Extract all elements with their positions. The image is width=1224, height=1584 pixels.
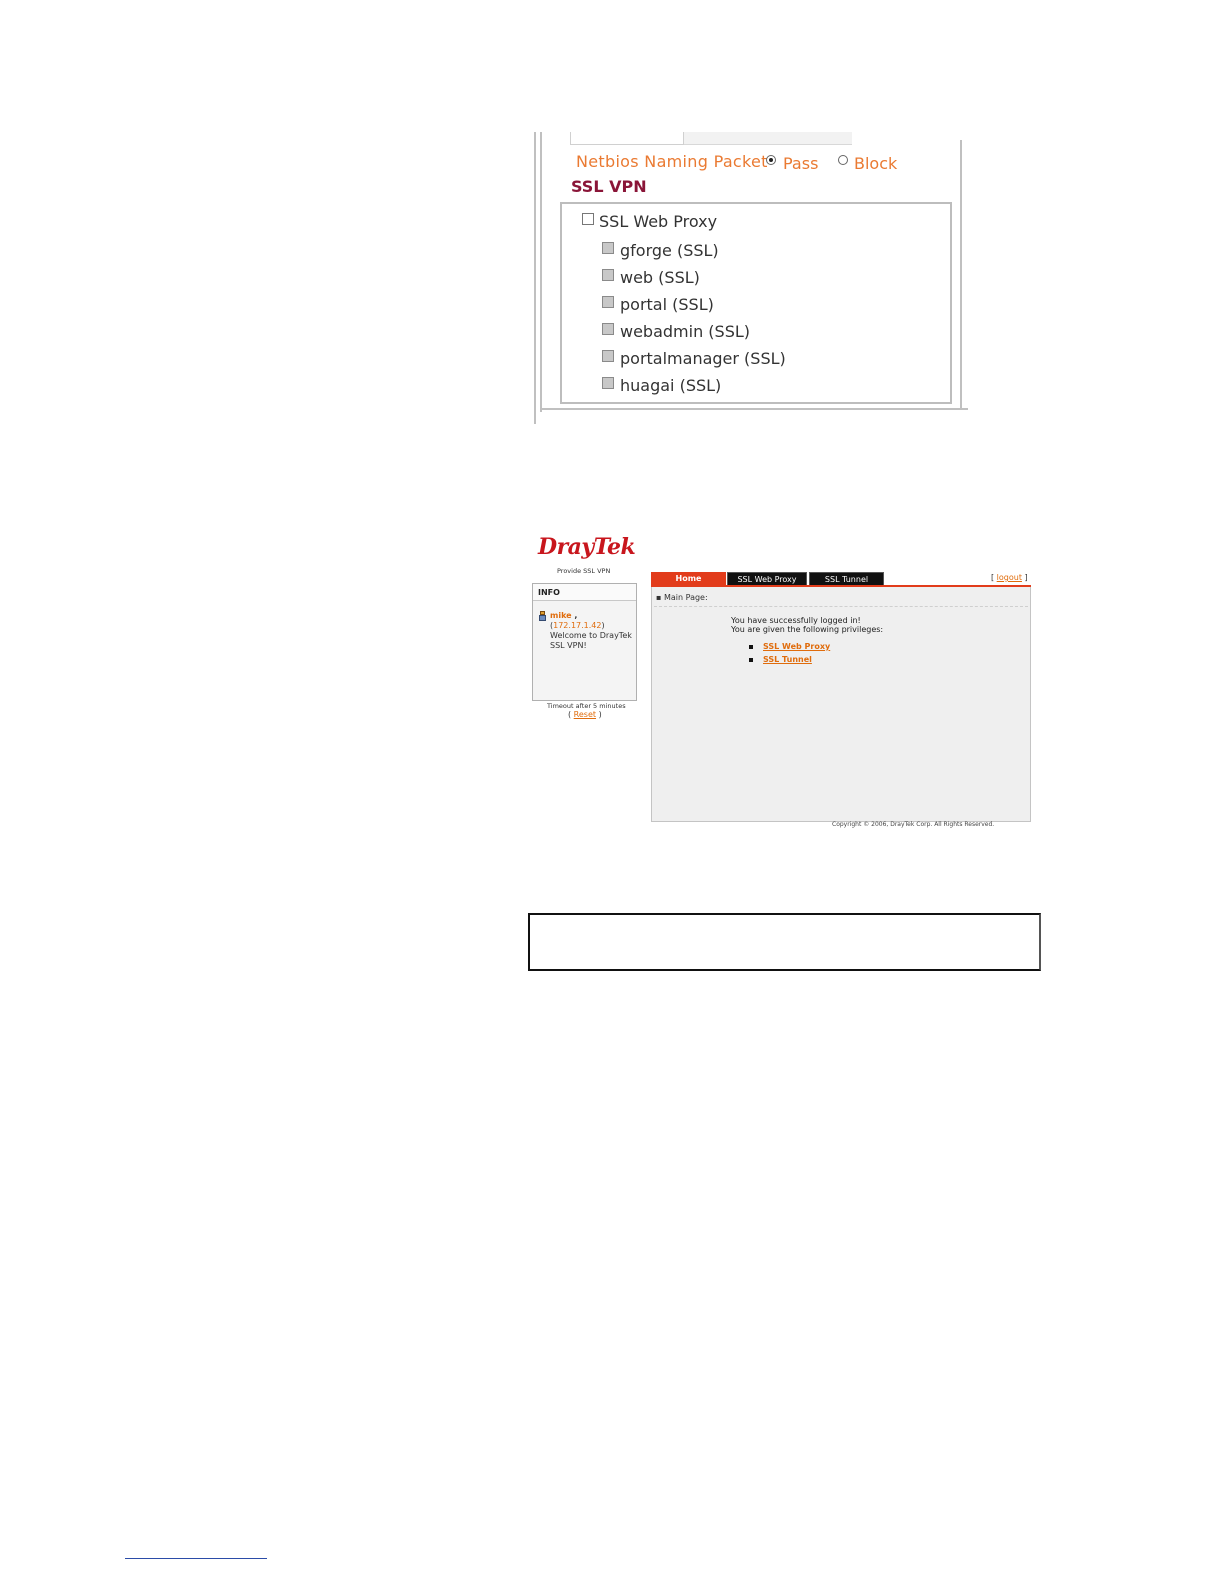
radio-block-label: Block	[854, 154, 898, 173]
draytek-ssl-vpn-screenshot: DrayTek Provide SSL VPN INFO mike , (172…	[528, 530, 1038, 835]
tab-strip-fragment	[570, 132, 852, 145]
draytek-logo: DrayTek	[538, 534, 636, 560]
footnote-rule	[125, 1558, 267, 1559]
reset-control: ( Reset )	[568, 710, 602, 719]
tab-home[interactable]: Home	[651, 572, 726, 586]
bullet-icon	[749, 644, 753, 649]
proxy-checkbox-huagai[interactable]	[602, 377, 614, 389]
ssl-vpn-settings-screenshot: Netbios Naming Packet Pass Block SSL VPN…	[530, 132, 972, 424]
ssl-vpn-title: SSL VPN	[571, 177, 647, 196]
username-text: mike	[550, 611, 572, 620]
proxy-label-web: web (SSL)	[620, 268, 700, 287]
proxy-label-portal: portal (SSL)	[620, 295, 714, 314]
netbios-label: Netbios Naming Packet	[576, 152, 768, 171]
proxy-label-webadmin: webadmin (SSL)	[620, 322, 751, 341]
proxy-label-portalmanager: portalmanager (SSL)	[620, 349, 786, 368]
ip-address: (172.17.1.42)	[550, 621, 605, 630]
timeout-text: Timeout after 5 minutes	[547, 702, 626, 710]
reset-link[interactable]: Reset	[574, 710, 596, 719]
privileges-intro: You are given the following privileges:	[731, 625, 884, 634]
info-panel: INFO mike , (172.17.1.42) Welcome to Dra…	[532, 583, 637, 701]
proxy-checkbox-web[interactable]	[602, 269, 614, 281]
tab-fragment	[570, 132, 684, 145]
panel-bottom-border	[540, 408, 968, 410]
ip-text: 172.17.1.42	[553, 621, 602, 630]
proxy-checkbox-portalmanager[interactable]	[602, 350, 614, 362]
breadcrumb-divider	[654, 606, 1028, 607]
privilege-item: SSL Tunnel	[749, 655, 812, 664]
proxy-label-huagai: huagai (SSL)	[620, 376, 722, 395]
copyright: Copyright © 2006, DrayTek Corp. All Righ…	[832, 821, 995, 828]
reset-close: )	[596, 710, 602, 719]
proxy-checkbox-gforge[interactable]	[602, 242, 614, 254]
proxy-checkbox-portal[interactable]	[602, 296, 614, 308]
proxy-checkbox-webadmin[interactable]	[602, 323, 614, 335]
panel-right-border	[960, 140, 962, 410]
ssl-web-proxy-label: SSL Web Proxy	[599, 212, 718, 231]
tab-ssl-web-proxy[interactable]: SSL Web Proxy	[727, 572, 807, 586]
radio-pass-label: Pass	[783, 154, 819, 173]
empty-bordered-box	[528, 913, 1041, 971]
info-header: INFO	[533, 584, 636, 601]
proxy-label-gforge: gforge (SSL)	[620, 241, 719, 260]
privilege-link-ssl-web-proxy[interactable]: SSL Web Proxy	[763, 642, 830, 651]
logout-link[interactable]: logout	[997, 573, 1022, 582]
tagline: Provide SSL VPN	[557, 567, 611, 575]
ssl-proxy-groupbox	[560, 202, 952, 404]
user-icon	[539, 611, 546, 621]
breadcrumb: ▪ Main Page:	[656, 593, 708, 602]
username: mike ,	[550, 611, 577, 620]
panel-left-border	[540, 132, 542, 412]
radio-block[interactable]	[838, 155, 848, 165]
breadcrumb-text: Main Page:	[663, 593, 708, 602]
login-success-message: You have successfully logged in!	[731, 616, 861, 625]
privilege-link-ssl-tunnel[interactable]: SSL Tunnel	[763, 655, 812, 664]
radio-pass[interactable]	[766, 155, 776, 165]
username-suffix: ,	[571, 611, 578, 620]
ssl-web-proxy-checkbox[interactable]	[582, 213, 594, 225]
info-title: INFO	[538, 588, 560, 597]
ip-close: )	[601, 621, 605, 630]
bullet-icon	[749, 657, 753, 662]
frame-left-border	[534, 132, 536, 424]
logout-close: ]	[1021, 573, 1028, 582]
main-content-panel: ▪ Main Page: You have successfully logge…	[651, 587, 1031, 822]
logout-control: [ logout ]	[991, 573, 1028, 582]
tab-ssl-tunnel[interactable]: SSL Tunnel	[809, 572, 884, 586]
privilege-item: SSL Web Proxy	[749, 642, 830, 651]
welcome-text: Welcome to DrayTek SSL VPN!	[550, 631, 632, 650]
